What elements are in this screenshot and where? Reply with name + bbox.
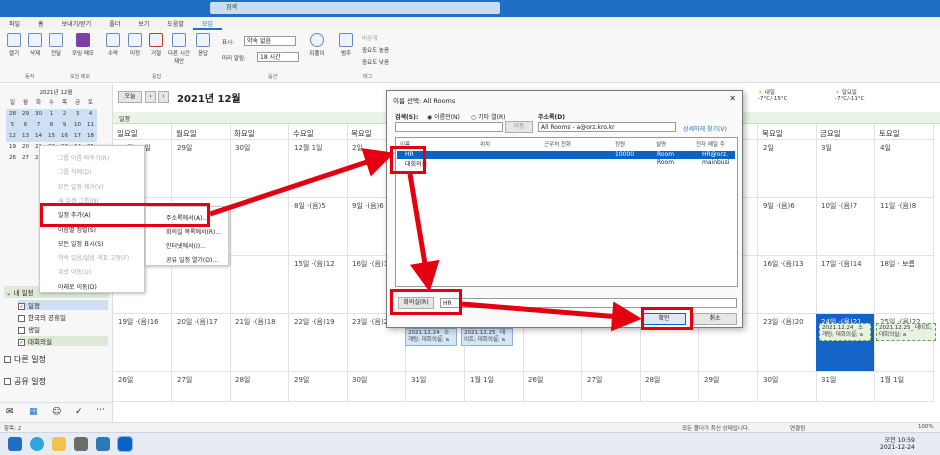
connection-status: 연결됨 (790, 426, 806, 432)
clock: 오전 10:59 2021-12-24 (880, 435, 915, 451)
clock-time: 오전 10:59 (884, 437, 915, 444)
windows-start-icon[interactable] (8, 437, 22, 451)
file-explorer-icon[interactable] (52, 437, 66, 451)
outlook-icon[interactable] (117, 436, 133, 452)
sync-status: 모든 폴더가 최신 상태입니다. (682, 426, 750, 432)
app-icon[interactable] (74, 437, 88, 451)
arrow-to-rooms (407, 173, 440, 292)
status-bar: 항목: 2 모든 폴더가 최신 상태입니다. 연결됨 100% (0, 422, 940, 432)
zoom-level: 100% (918, 424, 934, 430)
app-icon[interactable] (96, 437, 110, 451)
arrow-to-hr (209, 148, 395, 217)
annotation-arrows (209, 148, 642, 332)
item-count: 항목: 2 (4, 426, 22, 432)
edge-icon[interactable] (30, 437, 44, 451)
arrow-to-ok (461, 301, 642, 332)
clock-date: 2021-12-24 (880, 444, 915, 451)
taskbar: 오전 10:59 2021-12-24 (0, 432, 940, 455)
